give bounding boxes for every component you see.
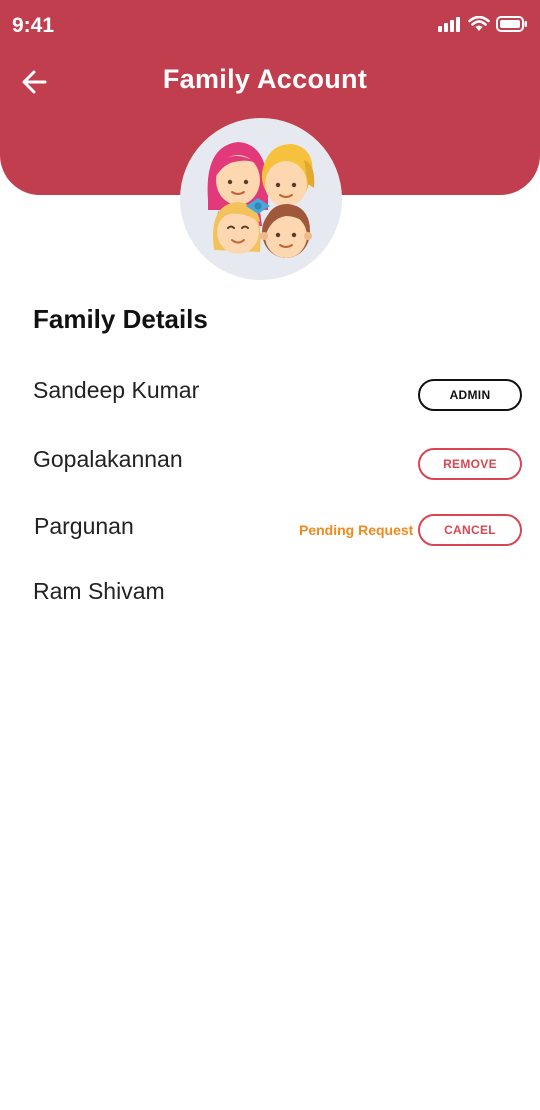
battery-icon — [496, 16, 527, 32]
member-name-pargunan: Pargunan — [34, 513, 134, 539]
family-account-screen: 9:41 Family Account Family Details Sande… — [0, 0, 540, 1110]
signal-icon — [438, 17, 460, 32]
member-name-gopalakannan: Gopalakannan — [33, 446, 183, 472]
family-group-icon — [207, 142, 315, 258]
pending-request-status: Pending Request — [299, 522, 414, 538]
status-icons — [438, 16, 528, 32]
status-time: 9:41 — [12, 14, 55, 37]
remove-button[interactable]: REMOVE — [418, 448, 522, 480]
family-details-title: Family Details — [33, 304, 208, 334]
member-name-sandeep-kumar: Sandeep Kumar — [33, 377, 200, 403]
admin-badge[interactable]: ADMIN — [418, 379, 522, 411]
cancel-button[interactable]: CANCEL — [418, 514, 522, 546]
page-title: Family Account — [162, 64, 368, 94]
status-bar: 9:41 — [0, 0, 540, 52]
wifi-icon — [468, 16, 490, 31]
member-name-ram-shivam: Ram Shivam — [33, 578, 165, 604]
family-avatar[interactable] — [180, 118, 342, 280]
